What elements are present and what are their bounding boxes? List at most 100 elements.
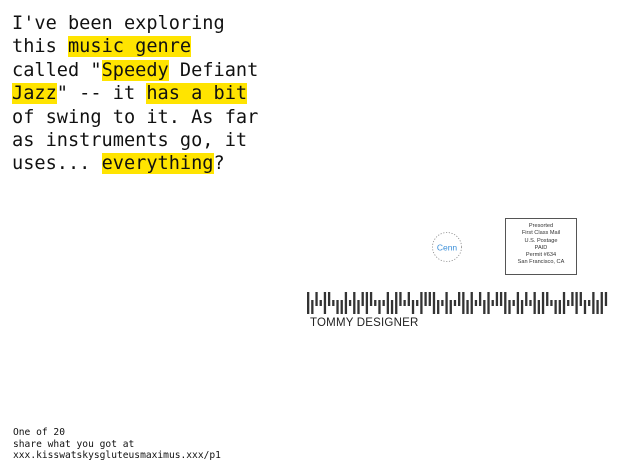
message-text: called "	[12, 59, 102, 81]
barcode-bar	[554, 300, 557, 314]
barcode-bar	[487, 292, 490, 314]
barcode-bar	[529, 300, 532, 306]
barcode-bar	[353, 292, 356, 314]
barcode-bar	[525, 292, 528, 306]
barcode-bar	[504, 292, 507, 314]
barcode-bar	[428, 292, 431, 306]
barcode-bar	[483, 300, 486, 314]
postage-line: San Francisco, CA	[517, 259, 565, 266]
barcode-bar	[432, 292, 436, 314]
barcode-bar	[453, 300, 457, 306]
barcode-bar	[508, 300, 511, 314]
postage-line: Permit #634	[525, 252, 557, 259]
message-text: " -- it	[56, 83, 147, 105]
barcode-bar	[458, 292, 461, 306]
barcode-bar	[319, 300, 322, 306]
cenn-logo: Cenn	[430, 230, 464, 264]
barcode-bar	[575, 292, 578, 314]
message-text: as instruments go, it	[12, 130, 248, 152]
barcode-bar	[424, 292, 427, 306]
barcode-bar	[344, 292, 348, 314]
barcode-bar	[541, 292, 545, 314]
barcode-bar	[395, 292, 398, 314]
barcode-bar	[499, 292, 503, 306]
message-text: ?	[213, 153, 225, 175]
message-text: this	[12, 36, 68, 58]
barcode-bar	[382, 300, 385, 306]
barcode-bar	[571, 292, 574, 306]
barcode-bar	[550, 300, 553, 306]
barcode-bar	[449, 300, 452, 314]
message-line: called "Speedy Defiant	[12, 59, 312, 82]
barcode-bar	[348, 300, 352, 306]
barcode-bar	[596, 300, 599, 314]
postage-line: First Class Mail	[521, 230, 561, 237]
barcode-bar	[361, 292, 364, 306]
barcode-bar	[470, 292, 473, 314]
footer-note: One of 20 share what you got at xxx.kiss…	[13, 427, 221, 462]
barcode-bar	[336, 300, 339, 314]
barcode-bar	[340, 300, 343, 314]
footer-line-url: xxx.kisswatskysgluteusmaximus.xxx/p1	[13, 450, 221, 462]
message-line: as instruments go, it	[12, 129, 312, 152]
barcode-bar	[546, 292, 549, 306]
barcode-bar	[512, 300, 515, 306]
highlighted-text: Jazz	[12, 83, 57, 105]
barcode-bar	[378, 300, 381, 314]
barcode-bar	[399, 292, 402, 306]
barcode-bar	[307, 292, 310, 314]
message-line: Jazz" -- it has a bit	[12, 82, 312, 105]
message-text: I've been exploring	[12, 13, 225, 34]
barcode-bar	[604, 292, 608, 306]
barcode-bar	[466, 300, 469, 314]
postage-indicia: Presorted First Class Mail U.S. Postage PAI…	[505, 218, 577, 275]
cenn-logo-text: Cenn	[437, 243, 458, 253]
highlighted-text: everything	[101, 153, 214, 175]
barcode-bar	[592, 292, 595, 314]
barcode-bar	[374, 300, 377, 306]
barcode-bar	[478, 292, 482, 306]
barcode-bar	[495, 292, 499, 306]
highlighted-text: has a bit	[146, 83, 248, 105]
postcard-message: I've been exploring this music genre calle…	[12, 12, 312, 176]
barcode-bar	[386, 292, 389, 314]
barcode-bar	[407, 292, 410, 306]
message-text: uses...	[12, 153, 102, 175]
barcode-bar	[520, 300, 524, 314]
barcode-bar	[533, 292, 536, 314]
highlighted-text: Speedy	[101, 59, 169, 81]
barcode-bar	[411, 300, 415, 314]
barcode-bar	[437, 300, 440, 314]
footer-line-share: share what you got at	[13, 438, 135, 450]
barcode-bar	[445, 292, 448, 314]
barcode-bar	[311, 300, 314, 314]
barcode-bar	[462, 292, 465, 314]
barcode-bar	[420, 292, 423, 314]
barcode-bar	[416, 300, 419, 306]
barcode-bar	[441, 300, 444, 306]
barcode-bar	[516, 292, 520, 314]
barcode-bar	[365, 292, 369, 314]
barcode-bar	[562, 292, 566, 314]
barcode-bar	[323, 292, 327, 314]
message-line: this music genre	[12, 35, 312, 58]
barcode-bar	[390, 300, 394, 314]
barcode-bar	[579, 292, 582, 306]
message-line: I've been exploring	[12, 12, 312, 35]
barcode-bar	[403, 300, 406, 306]
barcode-bar	[558, 300, 561, 314]
barcode-bar	[327, 292, 331, 306]
message-line: uses... everything?	[12, 152, 312, 175]
message-text: Defiant	[168, 59, 259, 81]
barcode-bar	[474, 300, 478, 306]
message-text: of swing to it. As far	[12, 106, 259, 128]
highlighted-text: music genre	[67, 36, 192, 58]
barcode-bar	[357, 300, 360, 314]
message-line: of swing to it. As far	[12, 106, 312, 129]
barcode-bar	[600, 292, 603, 314]
barcode-bar	[491, 300, 494, 306]
barcode-bar	[567, 300, 570, 306]
addressee-name: TOMMY DESIGNER	[310, 317, 419, 329]
barcode-bar	[315, 292, 318, 306]
postal-barcode	[307, 292, 609, 314]
